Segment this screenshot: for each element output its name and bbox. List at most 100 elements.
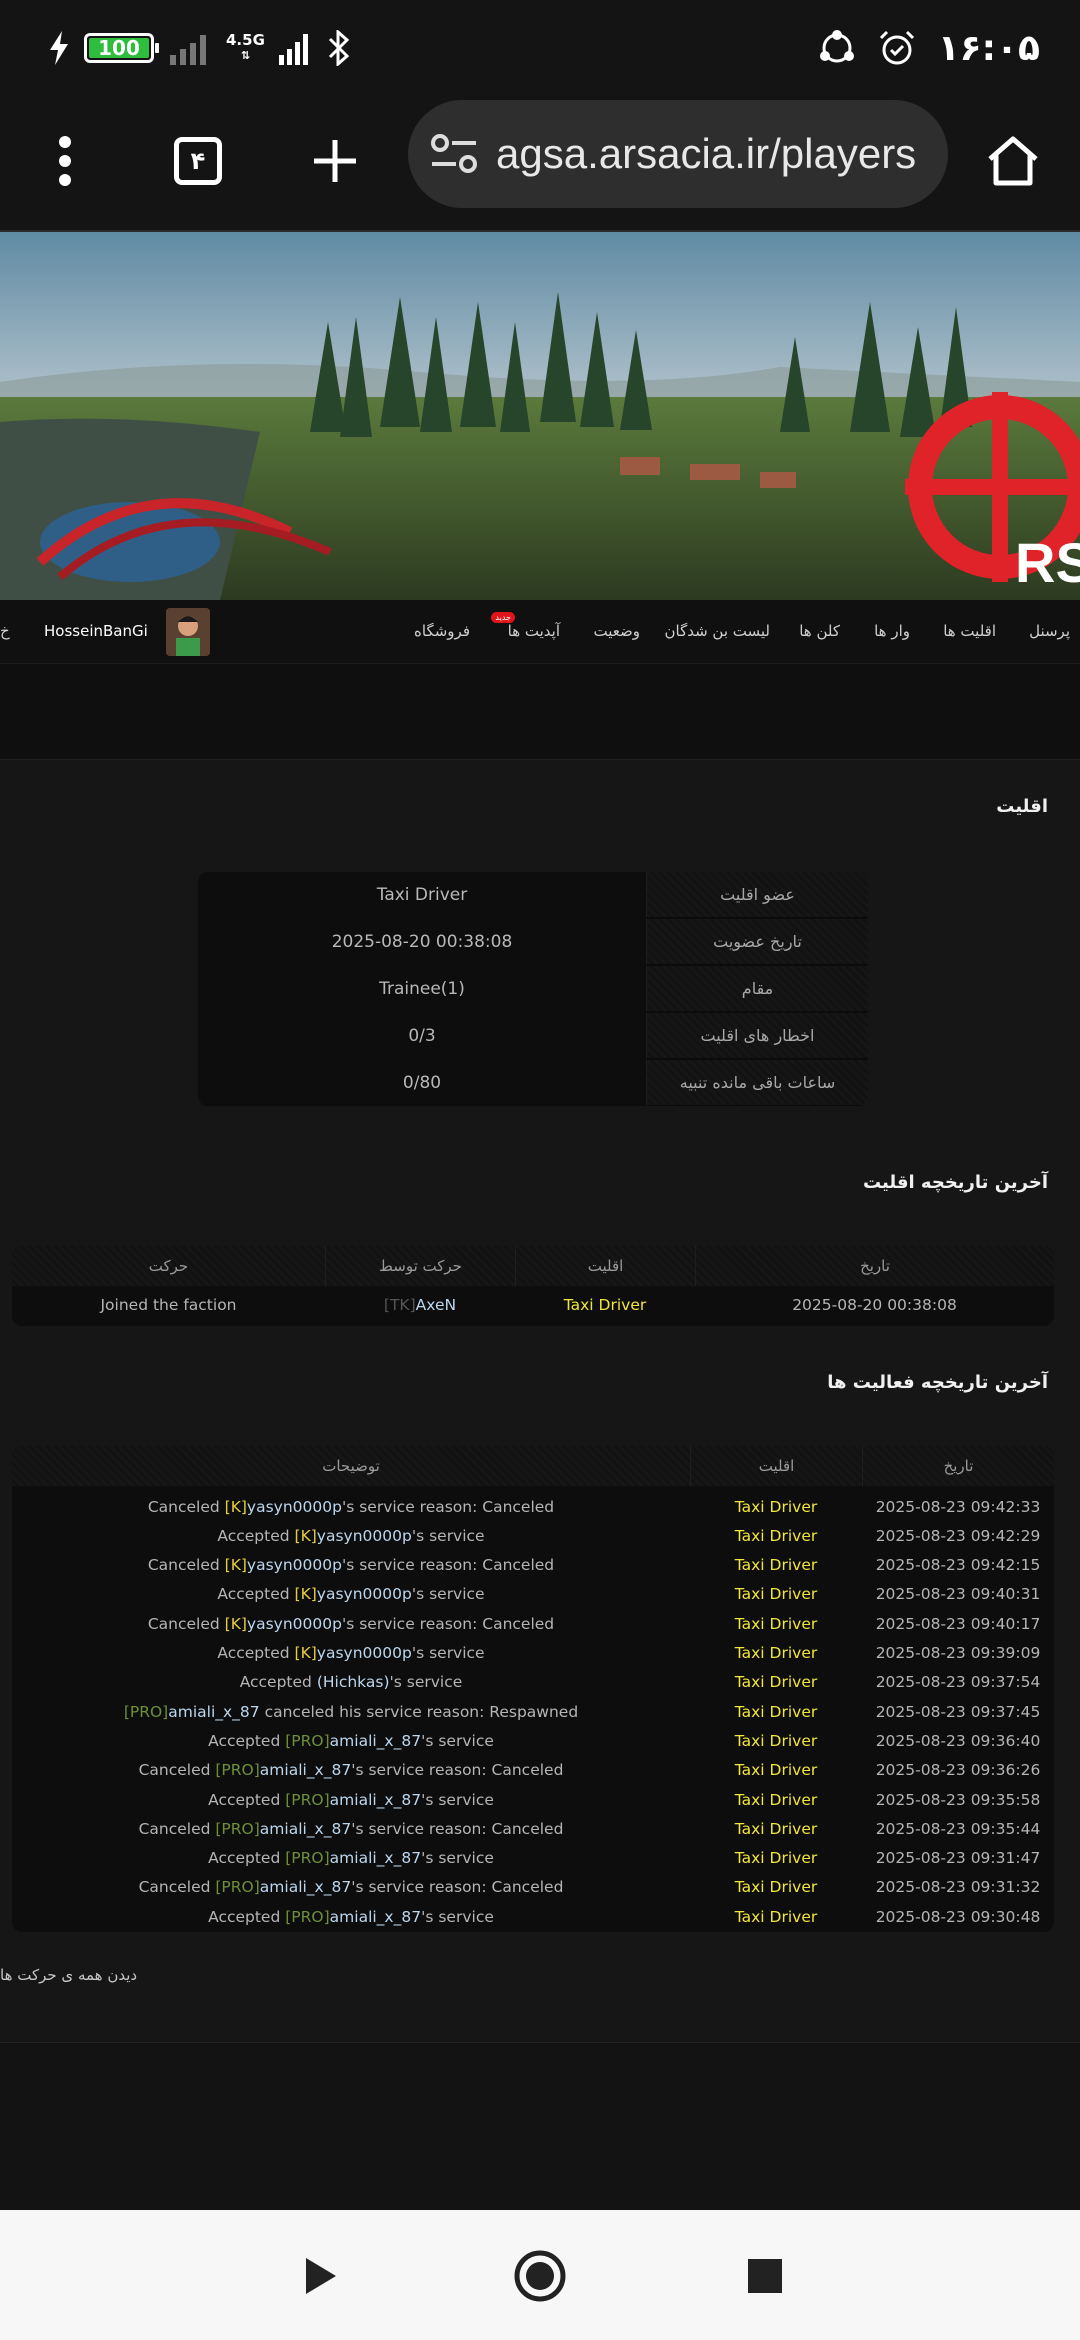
tabs-icon: ۴ [174, 137, 222, 185]
desc-prefix: Canceled [138, 1819, 216, 1838]
player-name[interactable]: yasyn0000p [247, 1615, 342, 1633]
avatar[interactable] [166, 608, 210, 656]
column-header: اقلیت [515, 1246, 695, 1286]
column-header: حرکت [148, 1257, 189, 1275]
cell-date: 2025-08-23 09:40:17 [875, 1614, 1041, 1633]
player-name[interactable]: yasyn0000p [247, 1556, 342, 1574]
recents-button[interactable] [735, 2246, 795, 2306]
player-name[interactable]: yasyn0000p [317, 1644, 412, 1662]
cell-description: Accepted [PRO] amiali_x_87's service [12, 1726, 690, 1755]
info-row: Trainee(1) مقام [198, 966, 868, 1012]
home-button[interactable] [968, 116, 1058, 206]
player-tag: [K] [294, 1644, 317, 1662]
nav-item-wars[interactable]: وار ها [874, 622, 910, 640]
player-tag: [PRO] [215, 1878, 260, 1897]
cell-date: 2025-08-20 00:38:08 [792, 1295, 957, 1314]
info-label: عضو اقلیت [646, 872, 868, 918]
player-name[interactable]: amiali_x_87 [168, 1703, 259, 1721]
nav-item-updates[interactable]: آپدیت ها [508, 622, 560, 640]
cell-description: Canceled [K] yasyn0000p's service reason:… [12, 1609, 690, 1638]
status-bar: 100 4.5G ⇅ ۱۶:۰۵ [0, 0, 1080, 96]
cell-faction: Taxi Driver [734, 1819, 818, 1838]
new-tab-button[interactable] [290, 116, 380, 206]
nav-edge-text[interactable]: خ [0, 622, 10, 640]
player-name[interactable]: amiali_x_87 [330, 1732, 421, 1750]
desc-prefix: Canceled [147, 1556, 225, 1575]
address-bar[interactable]: agsa.arsacia.ir/players [408, 100, 948, 208]
cell-faction: Taxi Driver [734, 1614, 818, 1633]
home-nav-button[interactable] [510, 2246, 570, 2306]
cell-description: Accepted [K] yasyn0000p's service [12, 1639, 690, 1668]
cell-faction: Taxi Driver [734, 1878, 818, 1897]
player-name[interactable]: amiali_x_87 [260, 1820, 351, 1838]
player-name[interactable]: yasyn0000p [317, 1585, 412, 1603]
info-value: 0/80 [402, 1073, 442, 1093]
cell-date: 2025-08-23 09:31:47 [875, 1849, 1041, 1868]
faction-info-table: Taxi Driver عضو اقلیت 2025-08-20 00:38:0… [198, 872, 868, 1106]
desc-suffix: 's service reason: Canceled [351, 1878, 564, 1897]
player-name[interactable]: amiali_x_87 [260, 1878, 351, 1896]
cell-description: Accepted [PRO] amiali_x_87's service [12, 1844, 690, 1873]
cell-date: 2025-08-23 09:42:29 [875, 1526, 1041, 1545]
player-name[interactable]: amiali_x_87 [260, 1761, 351, 1779]
cell-faction: Taxi Driver [734, 1585, 818, 1604]
cell-description: Canceled [PRO] amiali_x_87's service reas… [12, 1756, 690, 1785]
player-name[interactable]: yasyn0000p [247, 1498, 342, 1516]
circle-home-icon [514, 2250, 566, 2302]
system-nav-bar [0, 2210, 1080, 2340]
player-tag: [PRO] [215, 1761, 260, 1780]
player-name[interactable]: amiali_x_87 [330, 1791, 421, 1809]
desc-suffix: 's service [421, 1731, 494, 1750]
info-row: 0/3 اخطار های اقلیت [198, 1013, 868, 1059]
player-tag: [PRO] [285, 1790, 330, 1809]
player-name[interactable]: amiali_x_87 [330, 1908, 421, 1926]
desc-prefix: Canceled [147, 1614, 225, 1633]
desc-prefix: Accepted [208, 1790, 286, 1809]
bluetooth-icon [328, 30, 350, 66]
nav-item-status[interactable]: وضعیت [594, 622, 640, 640]
player-tag: [PRO] [285, 1731, 330, 1750]
player-tag: [PRO] [123, 1702, 169, 1721]
desc-suffix: 's service [411, 1644, 485, 1662]
footer [0, 2042, 1080, 2210]
header-stripe [0, 664, 1080, 760]
cell-faction: Taxi Driver [734, 1907, 818, 1926]
cell-description: Accepted [K] yasyn0000p's service [12, 1521, 690, 1550]
actor-tag: [TK] [383, 1295, 416, 1314]
activity-history-table: تاریخ اقلیت توضیحات 2025-08-23 09:42:33 T… [12, 1446, 1054, 1932]
player-name[interactable]: amiali_x_87 [330, 1849, 421, 1867]
player-tag: [PRO] [215, 1819, 260, 1838]
nav-item-ban-list[interactable]: لیست بن شدگان [664, 622, 770, 640]
faction-section-title: اقلیت [996, 796, 1048, 817]
nav-item-factions[interactable]: اقلیت ها [943, 622, 996, 640]
site-banner: RS [0, 232, 1080, 600]
tab-switcher-button[interactable]: ۴ [153, 116, 243, 206]
cell-description: Canceled [PRO] amiali_x_87's service reas… [12, 1814, 690, 1843]
cell-faction: Taxi Driver [734, 1556, 818, 1575]
column-header: توضیحات [322, 1457, 380, 1475]
info-label: تاریخ عضویت [646, 919, 868, 965]
desc-suffix: 's service reason: Canceled [351, 1761, 564, 1780]
cell-description: Accepted (Hichkas)'s service [12, 1668, 690, 1697]
cell-date: 2025-08-23 09:31:32 [875, 1878, 1041, 1897]
player-name[interactable]: yasyn0000p [317, 1527, 412, 1545]
player-name[interactable]: (Hichkas) [317, 1673, 390, 1691]
desc-suffix: 's service [411, 1585, 485, 1604]
table-header: تاریخ اقلیت حرکت توسط حرکت [12, 1246, 1054, 1286]
nav-item-personnel[interactable]: پرسنل [1029, 622, 1070, 640]
username[interactable]: HosseinBanGi [44, 622, 148, 640]
column-header: اقلیت [690, 1446, 862, 1486]
info-value: 2025-08-20 00:38:08 [331, 932, 513, 952]
site-settings-icon [431, 134, 477, 173]
desc-suffix: canceled his service reason: Respawned [259, 1702, 579, 1721]
nav-item-clans[interactable]: کلن ها [799, 622, 840, 640]
cell-faction: Taxi Driver [734, 1731, 818, 1750]
more-options-button[interactable] [20, 116, 110, 206]
actor-name[interactable]: AxeN [416, 1296, 456, 1314]
info-value: 0/3 [408, 1026, 436, 1046]
back-button[interactable] [290, 2246, 350, 2306]
cell-faction: Taxi Driver [734, 1790, 818, 1809]
see-all-link[interactable]: دیدن همه ی حرکت ها [0, 1966, 137, 1984]
nav-item-shop[interactable]: فروشگاه [414, 622, 470, 640]
square-recents-icon [748, 2259, 782, 2293]
